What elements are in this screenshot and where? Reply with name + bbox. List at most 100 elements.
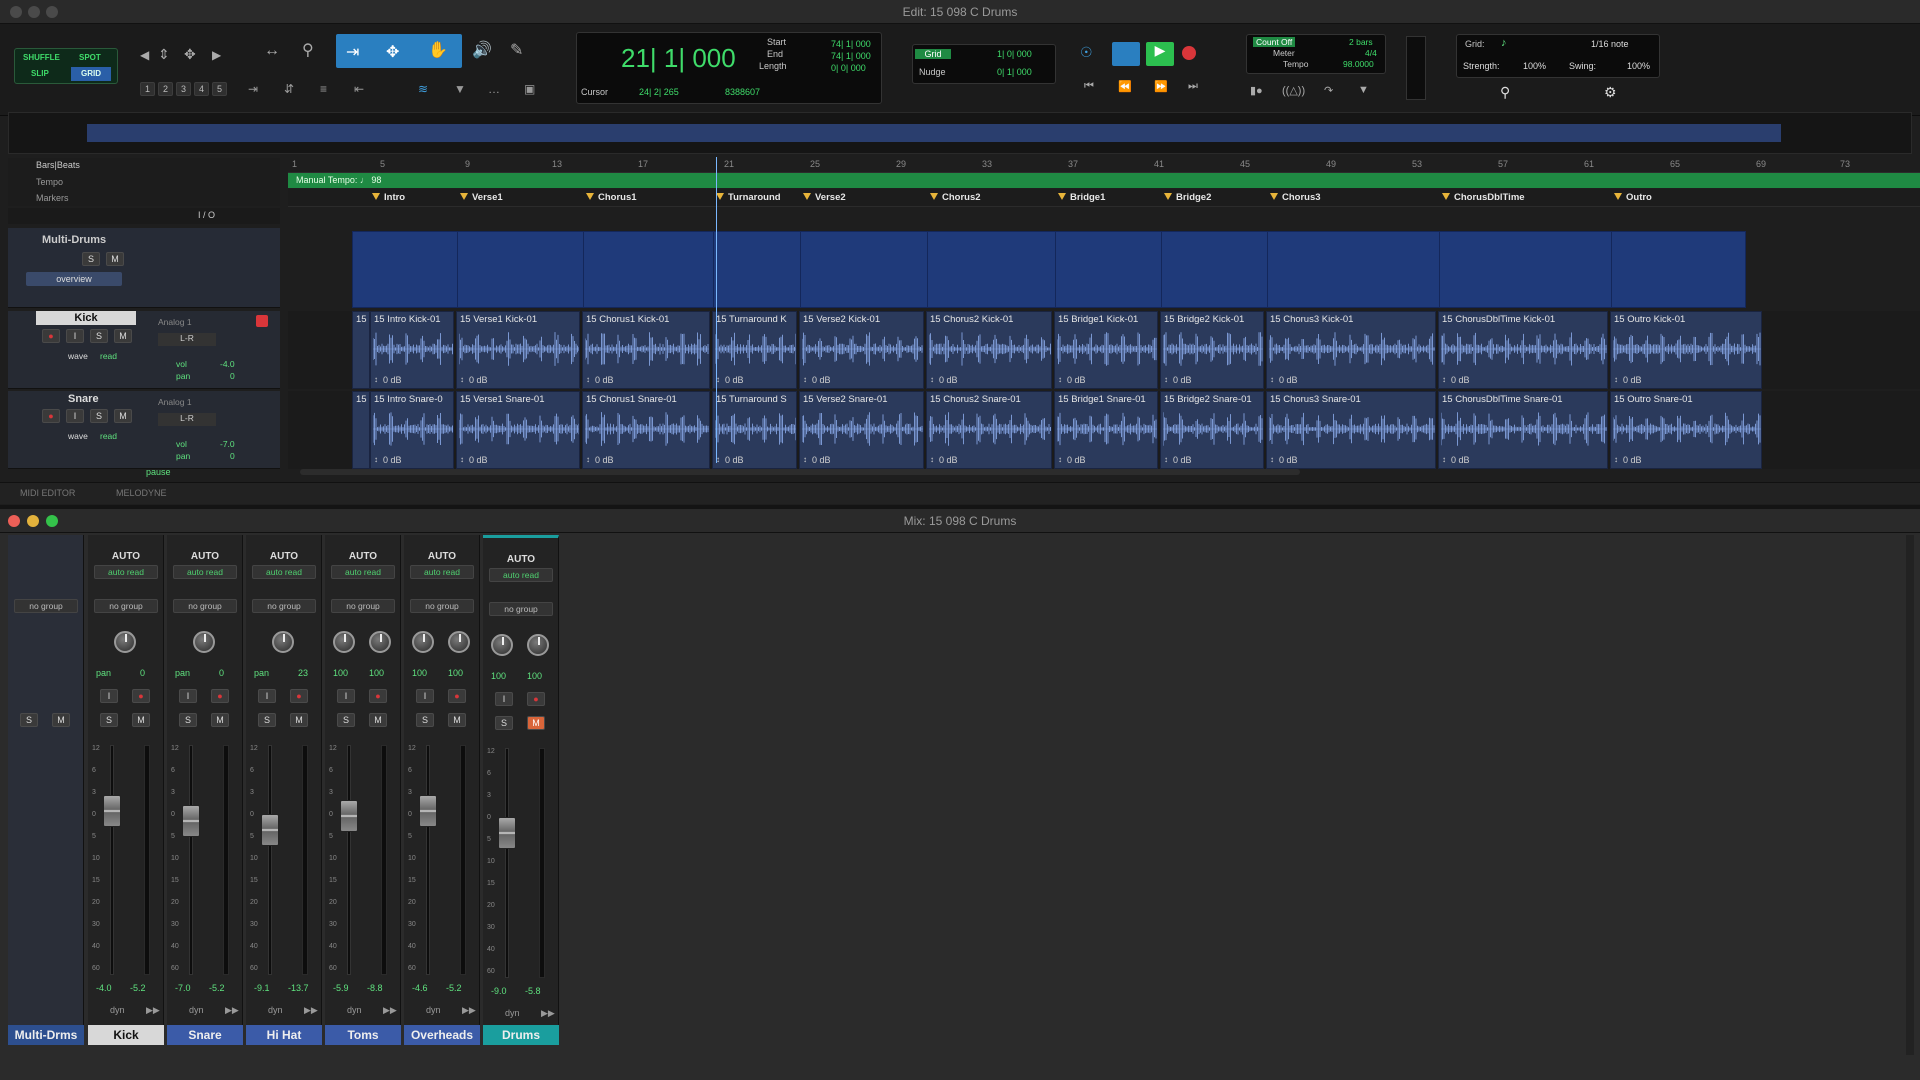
- pan-knob[interactable]: [272, 631, 294, 653]
- solo-button[interactable]: S: [179, 713, 197, 727]
- zoom-midi-icon[interactable]: ✥: [184, 46, 196, 63]
- channel-name[interactable]: Overheads: [404, 1025, 480, 1045]
- clip-gain[interactable]: 0 dB: [460, 375, 487, 385]
- input-monitor-button[interactable]: I: [258, 689, 276, 703]
- mute-button[interactable]: M: [132, 713, 150, 727]
- marker-verse2[interactable]: Verse2: [803, 192, 846, 203]
- volume-fader[interactable]: [103, 795, 121, 828]
- zoom-preset-4[interactable]: 4: [194, 82, 209, 96]
- marker-chorus3[interactable]: Chorus3: [1270, 192, 1321, 203]
- mute-button[interactable]: M: [369, 713, 387, 727]
- close-window-button[interactable]: [8, 515, 20, 527]
- pan-right-knob[interactable]: [527, 634, 549, 656]
- pencil-tool-icon[interactable]: ✎: [510, 40, 523, 60]
- group-selector[interactable]: no group: [331, 599, 395, 613]
- kick-clip[interactable]: 15 Turnaround K 0 dB: [712, 311, 797, 389]
- scrubber-tool-icon[interactable]: 🔊: [472, 40, 492, 60]
- input-monitor-button[interactable]: I: [495, 692, 513, 706]
- bars-beats-ruler[interactable]: 1 5 9 13 17 21 25 29 33 37 41 45 49 53 57 61 65 69 73: [288, 157, 1920, 173]
- volume-value[interactable]: -9.0: [491, 986, 507, 996]
- spot-mode-button[interactable]: SPOT: [79, 53, 101, 62]
- markers-ruler[interactable]: Intro Verse1 Chorus1 Turnaround Verse2 Chorus…: [288, 189, 1920, 207]
- zoom-preset-2[interactable]: 2: [158, 82, 173, 96]
- mute-button[interactable]: M: [448, 713, 466, 727]
- clip-gain[interactable]: 0 dB: [1058, 375, 1085, 385]
- expand-send-icon[interactable]: ▶▶: [225, 1005, 239, 1016]
- zoomer-tool-icon[interactable]: ⚲: [302, 40, 314, 60]
- folder-group-selector[interactable]: no group: [14, 599, 78, 613]
- pan-value[interactable]: 0: [140, 668, 145, 678]
- channel-name[interactable]: Snare: [167, 1025, 243, 1045]
- record-button[interactable]: [1182, 46, 1196, 60]
- pan-right-knob[interactable]: [448, 631, 470, 653]
- snare-clip[interactable]: 15 Verse1 Snare-01 0 dB: [456, 391, 580, 469]
- grid-value[interactable]: 1| 0| 000: [997, 49, 1032, 59]
- snare-clip[interactable]: 15 Chorus1 Snare-01 0 dB: [582, 391, 710, 469]
- kick-clip[interactable]: 15 Outro Kick-01 0 dB: [1610, 311, 1762, 389]
- clip-gain[interactable]: 0 dB: [803, 455, 830, 465]
- kick-pan-value[interactable]: 0: [230, 371, 235, 381]
- stop-button[interactable]: [1112, 42, 1140, 66]
- marker-bridge2[interactable]: Bridge2: [1164, 192, 1211, 203]
- clip-gain[interactable]: 0 dB: [716, 375, 743, 385]
- snare-vol-value[interactable]: -7.0: [220, 439, 235, 449]
- zoom-preset-5[interactable]: 5: [212, 82, 227, 96]
- group-selector[interactable]: no group: [252, 599, 316, 613]
- kick-clip[interactable]: 15 Chorus2 Kick-01 0 dB: [926, 311, 1052, 389]
- snare-clip[interactable]: 15 Outro Snare-01 0 dB: [1610, 391, 1762, 469]
- folder-track-header[interactable]: Multi-Drums S M overview: [8, 228, 280, 308]
- tab-midi-editor[interactable]: MIDI EDITOR: [20, 488, 75, 498]
- slip-mode-button[interactable]: SLIP: [31, 69, 49, 78]
- automation-mode-selector[interactable]: auto read: [331, 565, 395, 579]
- main-counter[interactable]: 21| 1| 000 Start 74| 1| 000 End 74| 1| 0…: [576, 32, 882, 104]
- kick-clip[interactable]: 15 Chorus1 Kick-01 0 dB: [582, 311, 710, 389]
- snare-input-monitor-button[interactable]: I: [66, 409, 84, 423]
- automation-follows-icon[interactable]: ▼: [454, 82, 466, 96]
- minimize-window-button[interactable]: [28, 6, 40, 18]
- snare-mute-button[interactable]: M: [114, 409, 132, 423]
- snare-clip[interactable]: 15 Bridge2 Snare-01 0 dB: [1160, 391, 1264, 469]
- kick-lane[interactable]: 15 Intro Kick-01 0 dB 15 Verse1 Kick-01 0 d…: [288, 311, 1920, 389]
- pan-left-value[interactable]: 100: [412, 668, 427, 678]
- expand-send-icon[interactable]: ▶▶: [146, 1005, 160, 1016]
- strength-value[interactable]: 100%: [1523, 61, 1546, 71]
- expand-send-icon[interactable]: ▶▶: [462, 1005, 476, 1016]
- conductor-icon[interactable]: ▼: [1358, 84, 1369, 96]
- pan-right-value[interactable]: 100: [527, 671, 542, 681]
- kick-lead-clip[interactable]: 15: [352, 311, 370, 389]
- mix-vertical-scrollbar[interactable]: [1906, 535, 1914, 1055]
- channel-name[interactable]: Hi Hat: [246, 1025, 322, 1045]
- snare-clip[interactable]: 15 Chorus3 Snare-01 0 dB: [1266, 391, 1436, 469]
- clip-gain[interactable]: 0 dB: [374, 455, 401, 465]
- scroll-icon[interactable]: …: [488, 82, 500, 96]
- kick-clip[interactable]: 15 Verse2 Kick-01 0 dB: [799, 311, 924, 389]
- pan-left-knob[interactable]: [333, 631, 355, 653]
- folder-track-name[interactable]: Multi-Drums: [42, 234, 106, 246]
- input-monitor-button[interactable]: I: [337, 689, 355, 703]
- rewind-icon[interactable]: ⏪: [1118, 80, 1132, 93]
- snare-record-button[interactable]: ●: [42, 409, 60, 423]
- playhead[interactable]: [716, 157, 717, 463]
- record-arm-button[interactable]: ●: [132, 689, 150, 703]
- record-arm-button[interactable]: ●: [290, 689, 308, 703]
- kick-clip[interactable]: 15 Chorus3 Kick-01 0 dB: [1266, 311, 1436, 389]
- pan-right-knob[interactable]: [369, 631, 391, 653]
- volume-value[interactable]: -7.0: [175, 983, 191, 993]
- link-track-icon[interactable]: ≡: [320, 82, 327, 96]
- wait-for-note-icon[interactable]: ▮●: [1250, 84, 1263, 97]
- kick-input-selector[interactable]: Analog 1: [158, 317, 216, 327]
- zoom-window-button[interactable]: [46, 6, 58, 18]
- marker-chorus2[interactable]: Chorus2: [930, 192, 981, 203]
- tempo-value[interactable]: 98.0000: [1343, 59, 1374, 69]
- solo-button[interactable]: S: [337, 713, 355, 727]
- record-arm-button[interactable]: ●: [448, 689, 466, 703]
- clip-gain[interactable]: 0 dB: [374, 375, 401, 385]
- hand-tool-icon[interactable]: ✋: [428, 40, 448, 60]
- snare-clip[interactable]: 15 Turnaround S 0 dB: [712, 391, 797, 469]
- kick-output-selector[interactable]: L-R: [158, 333, 216, 346]
- clip-gain[interactable]: 0 dB: [1270, 455, 1297, 465]
- kick-clip[interactable]: 15 Intro Kick-01 0 dB: [370, 311, 454, 389]
- pan-value[interactable]: 23: [298, 668, 308, 678]
- tempo-ruler[interactable]: Manual Tempo: ♩ 98: [288, 173, 1920, 188]
- nudge-value[interactable]: 0| 1| 000: [997, 67, 1032, 77]
